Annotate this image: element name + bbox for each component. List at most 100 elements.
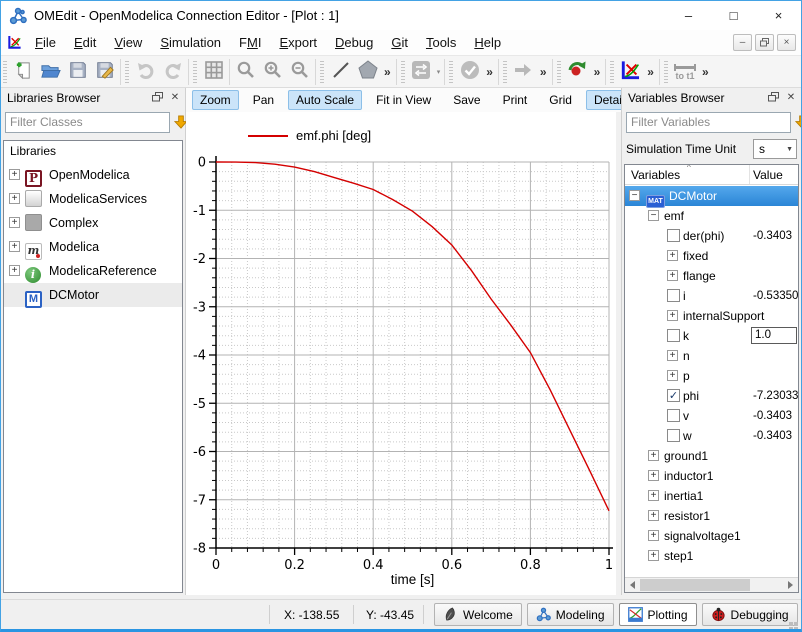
undo-button[interactable] [132,58,159,85]
expand-icon[interactable]: + [648,510,659,521]
perspective-modeling-button[interactable]: Modeling [527,603,614,626]
dropdown-caret-icon[interactable]: ▾ [435,68,443,76]
expand-icon[interactable]: + [667,270,678,281]
toolbar-overflow-chevron[interactable]: » [644,65,657,79]
expand-icon[interactable]: + [9,193,20,204]
variable-row-phi[interactable]: ✓phi-7.23033 [625,386,798,406]
perspective-debugging-button[interactable]: Debugging [702,603,798,626]
filter-variables-input[interactable] [626,112,791,133]
toolbar-overflow-chevron[interactable]: » [381,65,394,79]
variable-row-p[interactable]: +p [625,366,798,386]
expand-icon[interactable]: + [648,550,659,561]
float-panel-icon[interactable] [766,90,780,104]
close-button[interactable]: × [756,1,801,30]
variable-row-inductor1[interactable]: +inductor1 [625,466,798,486]
menu-edit[interactable]: Edit [65,32,105,53]
open-file-button[interactable] [37,58,64,85]
library-item-openmodelica[interactable]: +POpenModelica [4,163,182,187]
time-unit-select[interactable]: s ▼ [753,139,797,159]
library-item-complex[interactable]: +Complex [4,211,182,235]
line-shape-button[interactable] [327,58,354,85]
variable-row-ground1[interactable]: +ground1 [625,446,798,466]
menu-fmi[interactable]: FMI [230,32,270,53]
new-modelica-class-button[interactable] [10,58,37,85]
variable-row-flange[interactable]: +flange [625,266,798,286]
redo-button[interactable] [159,58,186,85]
variable-checkbox[interactable] [667,409,680,422]
show-grid-button[interactable] [200,58,227,85]
toolbar-grip[interactable] [557,61,561,83]
expand-icon[interactable]: − [648,210,659,221]
value-editbox[interactable]: 1.0 [751,327,797,344]
variable-row-derphi[interactable]: der(phi)-0.3403 [625,226,798,246]
close-panel-icon[interactable]: ✕ [168,90,182,104]
library-item-dcmotor[interactable]: MDCMotor [4,283,182,307]
variable-row-v[interactable]: v-0.3403 [625,406,798,426]
minimize-button[interactable]: – [666,1,711,30]
expand-icon[interactable]: + [667,370,678,381]
variable-row-fixed[interactable]: +fixed [625,246,798,266]
variable-row-i[interactable]: i-0.53350 [625,286,798,306]
mdi-restore-button[interactable] [755,34,774,51]
toolbar-overflow-chevron[interactable]: » [591,65,604,79]
toolbar-overflow-chevron[interactable]: » [699,65,712,79]
toolbar-grip[interactable] [193,61,197,83]
variable-row-n[interactable]: +n [625,346,798,366]
save-as-button[interactable] [91,58,118,85]
expand-icon[interactable]: + [648,450,659,461]
variables-column-header[interactable]: Variables [631,168,680,182]
library-item-modelicaservices[interactable]: +ModelicaServices [4,187,182,211]
polygon-shape-button[interactable] [354,58,381,85]
float-panel-icon[interactable] [150,90,164,104]
toolbar-grip[interactable] [610,61,614,83]
plot-tool-print[interactable]: Print [495,90,536,110]
expand-icon[interactable]: − [629,190,640,201]
expand-icon[interactable]: + [667,310,678,321]
menu-file[interactable]: File [26,32,65,53]
toolbar-grip[interactable] [664,61,668,83]
simulation-time-button[interactable]: to t1 [671,58,699,85]
new-plot-window-button[interactable] [617,58,644,85]
variable-row-inertia1[interactable]: +inertia1 [625,486,798,506]
menu-simulation[interactable]: Simulation [151,32,230,53]
toolbar-grip[interactable] [3,61,7,83]
variable-row-dcmotor[interactable]: −MATDCMotor [625,186,798,206]
expand-icon[interactable]: + [648,470,659,481]
toolbar-grip[interactable] [449,61,453,83]
variable-row-k[interactable]: k1.0 [625,326,798,346]
toolbar-grip[interactable] [320,61,324,83]
plot-canvas[interactable]: 00.20.40.60.810-1-2-3-4-5-6-7-8 emf.phi … [186,112,616,595]
scroll-left-icon[interactable] [625,578,640,592]
library-item-modelicareference[interactable]: +iModelicaReference [4,259,182,283]
close-panel-icon[interactable]: ✕ [784,90,798,104]
plot-tool-pan[interactable]: Pan [245,90,282,110]
plot-tool-zoom[interactable]: Zoom [192,90,239,110]
re-simulate-button[interactable] [564,58,591,85]
reset-zoom-button[interactable] [232,58,259,85]
scroll-right-icon[interactable] [783,578,798,592]
check-model-button[interactable] [456,58,483,85]
expand-icon[interactable]: + [648,490,659,501]
expand-icon[interactable]: + [9,169,20,180]
variable-checkbox[interactable] [667,229,680,242]
toolbar-grip[interactable] [503,61,507,83]
mdi-close-button[interactable]: × [777,34,796,51]
toolbar-grip[interactable] [401,61,405,83]
filter-classes-input[interactable] [5,112,170,133]
toolbar-overflow-chevron[interactable]: » [537,65,550,79]
plot-tool-fit-in-view[interactable]: Fit in View [368,90,439,110]
simulate-button[interactable] [510,58,537,85]
variable-row-signalvoltage1[interactable]: +signalvoltage1 [625,526,798,546]
plot-tool-grid[interactable]: Grid [541,90,580,110]
variable-checkbox[interactable] [667,289,680,302]
expand-icon[interactable]: + [667,250,678,261]
horizontal-scrollbar[interactable] [625,577,798,592]
variable-row-w[interactable]: w-0.3403 [625,426,798,446]
variable-checkbox[interactable] [667,429,680,442]
menu-help[interactable]: Help [465,32,510,53]
expand-icon[interactable]: + [648,530,659,541]
resize-grip[interactable] [794,622,798,626]
expand-icon[interactable]: + [9,217,20,228]
menu-git[interactable]: Git [382,32,417,53]
plot-tool-save[interactable]: Save [445,90,488,110]
